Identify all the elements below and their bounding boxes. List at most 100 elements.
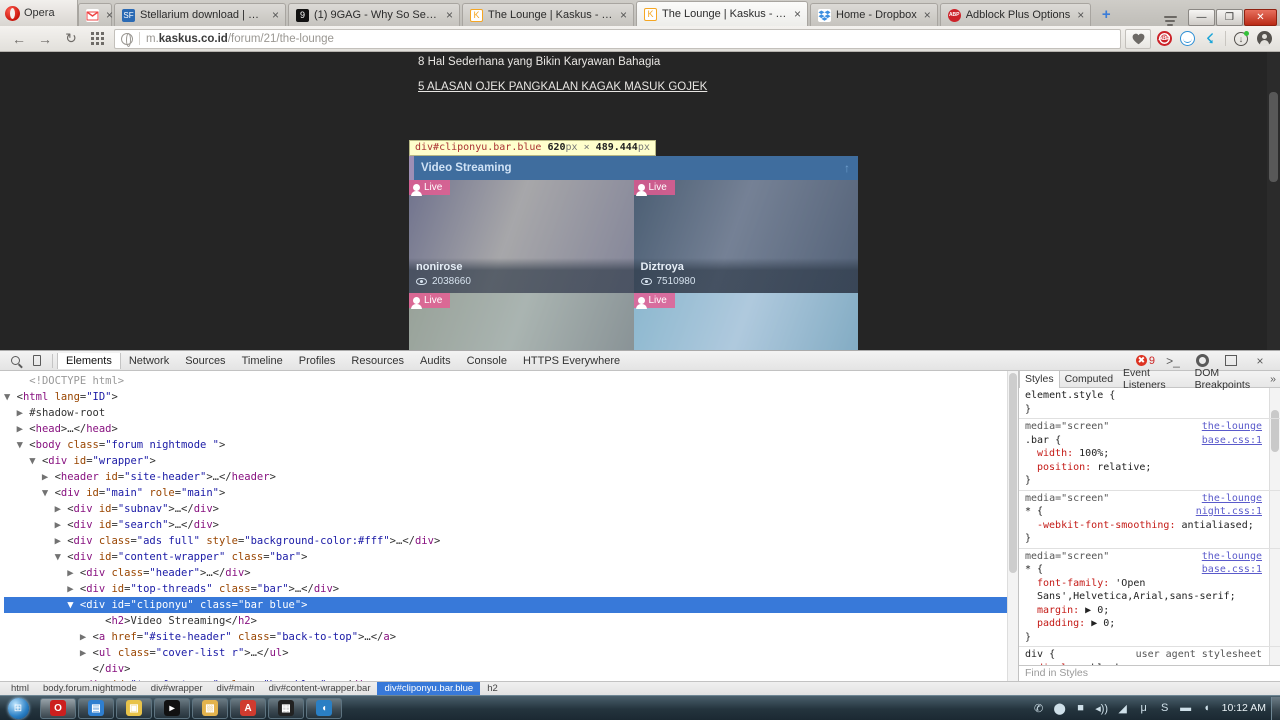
css-source-link[interactable]: the-lounge base.css:1: [1202, 550, 1262, 577]
css-rule[interactable]: media="screen" * {font-family: 'Open Sans…: [1019, 549, 1280, 647]
taskbar-item-notepad[interactable]: A: [230, 697, 266, 719]
css-value[interactable]: block;: [1091, 663, 1127, 666]
disclosure-triangle-icon[interactable]: ▼: [4, 599, 80, 611]
devtools-tab-network[interactable]: Network: [121, 353, 177, 369]
css-value[interactable]: antialiased;: [1182, 520, 1254, 531]
battery-icon[interactable]: ▬: [1179, 701, 1193, 715]
opera-menu-button[interactable]: Opera: [0, 0, 78, 26]
dom-node[interactable]: <!DOCTYPE html>: [4, 373, 1018, 389]
devtools-tab-resources[interactable]: Resources: [343, 353, 412, 369]
dom-node[interactable]: ▼ <div id="wrapper">: [4, 453, 1018, 469]
disclosure-triangle-icon[interactable]: ▶: [4, 503, 67, 515]
taskbar-item-pdf-reader[interactable]: ▤: [78, 697, 114, 719]
css-source-line[interactable]: base.css:1: [1202, 434, 1262, 448]
dom-node[interactable]: ▼ <html lang="ID">: [4, 389, 1018, 405]
css-rule[interactable]: div {display: block;}user agent styleshe…: [1019, 647, 1280, 665]
tab-close-icon[interactable]: ×: [922, 9, 933, 21]
opera-turbo-icon[interactable]: [1177, 29, 1197, 49]
page-scrollbar[interactable]: [1267, 52, 1280, 350]
disclosure-triangle-icon[interactable]: ▼: [4, 455, 42, 467]
dom-node-selected[interactable]: ▼ <div id="cliponyu" class="bar blue">: [4, 597, 1018, 613]
tab-close-icon[interactable]: ×: [618, 9, 629, 21]
styles-tab-computed[interactable]: Computed: [1060, 372, 1118, 386]
minimize-button[interactable]: —: [1188, 9, 1215, 26]
taskbar-item-opera[interactable]: O: [40, 697, 76, 719]
breadcrumb-item[interactable]: div#wrapper: [144, 682, 210, 695]
media-icon[interactable]: ◖: [1200, 701, 1214, 715]
page-info-icon[interactable]: [121, 32, 133, 47]
breadcrumb-item[interactable]: html: [4, 682, 36, 695]
dom-node[interactable]: ▶ <div id="top-features" class="bar blue…: [4, 677, 1018, 681]
dom-scrollbar-thumb[interactable]: [1009, 373, 1017, 573]
css-value[interactable]: relative;: [1097, 462, 1151, 473]
volume-icon[interactable]: ◂)): [1095, 701, 1109, 715]
browser-tab[interactable]: ×: [78, 3, 113, 26]
css-source-link[interactable]: user agent stylesheet: [1136, 648, 1262, 662]
css-source-file[interactable]: the-lounge: [1196, 492, 1262, 506]
css-source-line[interactable]: night.css:1: [1196, 505, 1262, 519]
tab-close-icon[interactable]: ×: [792, 8, 803, 20]
taskbar-item-terminal[interactable]: ▸: [154, 697, 190, 719]
thread-title[interactable]: 8 Hal Sederhana yang Bikin Karyawan Baha…: [418, 56, 858, 68]
dom-scrollbar[interactable]: [1007, 371, 1018, 681]
speed-dial-icon[interactable]: [84, 28, 110, 50]
disclosure-triangle-icon[interactable]: ▼: [4, 439, 29, 451]
cover-item[interactable]: Live nonirose 2038660: [409, 180, 634, 293]
styles-tabs-overflow-icon[interactable]: »: [1270, 373, 1280, 385]
disclosure-triangle-icon[interactable]: ▶: [4, 407, 29, 419]
heart-icon[interactable]: [1125, 28, 1151, 49]
start-button[interactable]: ⊞: [0, 697, 36, 720]
dom-node[interactable]: <h2>Video Streaming</h2>: [4, 613, 1018, 629]
breadcrumb-item[interactable]: div#content-wrapper.bar: [262, 682, 378, 695]
taskbar-item-file-explorer[interactable]: ▣: [116, 697, 152, 719]
forward-icon[interactable]: →: [32, 28, 58, 50]
styles-rules-list[interactable]: element.style {} media="screen" .bar {widt…: [1019, 388, 1280, 665]
css-value[interactable]: ▶ 0;: [1091, 618, 1115, 629]
cover-item[interactable]: LiveKeyla Mannequin: [633, 293, 858, 350]
taskbar-item-calculator[interactable]: ▦: [268, 697, 304, 719]
devtools-tab-profiles[interactable]: Profiles: [291, 353, 344, 369]
css-rule[interactable]: element.style {}: [1019, 388, 1280, 419]
satellite-icon[interactable]: ✆: [1032, 701, 1046, 715]
disclosure-triangle-icon[interactable]: ▶: [4, 567, 80, 579]
dom-tree-pane[interactable]: <!DOCTYPE html> ▼ <html lang="ID"> ▶ #sha…: [0, 371, 1018, 681]
css-value[interactable]: 'Open Sans',Helvetica,Arial,sans-serif;: [1037, 578, 1236, 603]
disclosure-triangle-icon[interactable]: [4, 615, 105, 627]
breadcrumb-item[interactable]: div#cliponyu.bar.blue: [377, 682, 481, 695]
taskbar-item-folder[interactable]: ▧: [192, 697, 228, 719]
breadcrumb-item[interactable]: h2: [480, 682, 505, 695]
css-property[interactable]: width: 100%;: [1025, 447, 1274, 461]
new-tab-button[interactable]: +: [1093, 3, 1119, 26]
utorrent-icon[interactable]: μ: [1137, 701, 1151, 715]
breadcrumb-item[interactable]: body.forum.nightmode: [36, 682, 144, 695]
dom-node[interactable]: ▶ <header id="site-header">…</header>: [4, 469, 1018, 485]
devtools-tab-audits[interactable]: Audits: [412, 353, 459, 369]
profile-avatar[interactable]: [1254, 29, 1274, 49]
dom-node[interactable]: ▶ <a href="#site-header" class="back-to-…: [4, 629, 1018, 645]
show-desktop-button[interactable]: [1271, 696, 1280, 720]
css-property[interactable]: position: relative;: [1025, 461, 1274, 475]
css-source-line[interactable]: base.css:1: [1202, 563, 1262, 577]
menu-icon[interactable]: [1159, 12, 1181, 26]
nvidia-icon[interactable]: ■: [1074, 701, 1088, 715]
taskbar-item-media-player[interactable]: ◖: [306, 697, 342, 719]
disclosure-triangle-icon[interactable]: [4, 663, 93, 675]
browser-tab[interactable]: K The Lounge | Kaskus - The ×: [462, 3, 634, 26]
dom-node[interactable]: </div>: [4, 661, 1018, 677]
thread-title[interactable]: 5 ALASAN OJEK PANGKALAN KAGAK MASUK GOJE…: [418, 81, 858, 93]
css-value[interactable]: ▶ 0;: [1085, 605, 1109, 616]
network-icon[interactable]: ◢: [1116, 701, 1130, 715]
dom-node[interactable]: ▶ <div id="subnav">…</div>: [4, 501, 1018, 517]
inspect-element-icon[interactable]: [4, 351, 26, 370]
css-selector[interactable]: element.style {: [1025, 389, 1274, 403]
breadcrumb-item[interactable]: div#main: [210, 682, 262, 695]
css-property[interactable]: padding: ▶ 0;: [1025, 617, 1274, 631]
devtools-tab-timeline[interactable]: Timeline: [234, 353, 291, 369]
disclosure-triangle-icon[interactable]: ▶: [4, 423, 29, 435]
cover-item[interactable]: Live Diztroya 7510980: [633, 180, 858, 293]
dom-node[interactable]: ▶ <ul class="cover-list r">…</ul>: [4, 645, 1018, 661]
dom-node[interactable]: ▼ <div id="main" role="main">: [4, 485, 1018, 501]
tab-close-icon[interactable]: ×: [444, 9, 455, 21]
css-source-link[interactable]: the-lounge night.css:1: [1196, 492, 1262, 519]
disclosure-triangle-icon[interactable]: ▶: [4, 631, 93, 643]
